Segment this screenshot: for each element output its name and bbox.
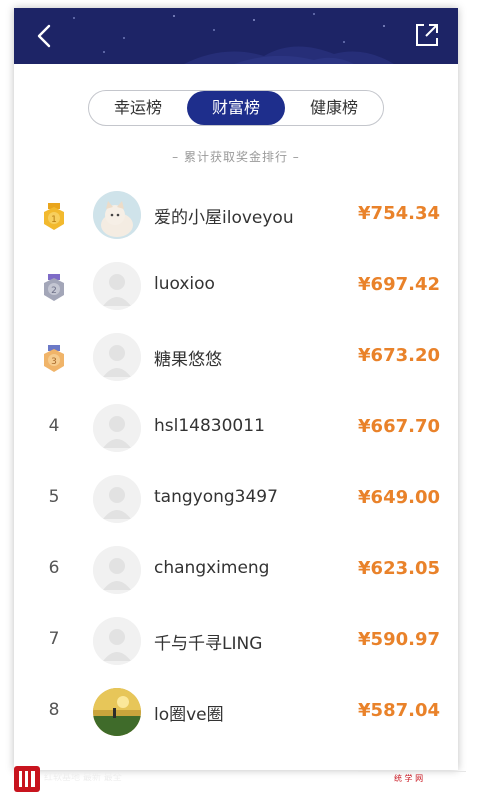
avatar[interactable] [93, 404, 141, 452]
user-name: 糖果悠悠 [154, 350, 222, 370]
rank-number: 5 [48, 487, 60, 507]
avatar[interactable] [93, 617, 141, 665]
ranking-row[interactable]: 3 糖果悠悠 ¥673.20 [14, 321, 458, 392]
svg-text:3: 3 [51, 357, 57, 367]
default-avatar-icon [93, 333, 141, 381]
landscape-avatar-icon [93, 688, 141, 736]
ranking-list: 1 爱的小屋iloveyou ¥754.34 2 luoxioo ¥697.42… [14, 179, 458, 747]
ranking-subtitle: – 累计获取奖金排行 – [172, 150, 300, 164]
top-bar [14, 8, 458, 64]
svg-text:1: 1 [51, 215, 57, 225]
svg-text:2: 2 [51, 286, 57, 296]
ranking-row[interactable]: 6 changximeng ¥623.05 [14, 534, 458, 605]
user-name: changximeng [154, 558, 270, 578]
default-avatar-icon [93, 475, 141, 523]
user-name: 爱的小屋iloveyou [154, 208, 294, 228]
rank-number: 6 [48, 558, 60, 578]
rank-number: 7 [48, 629, 60, 649]
prize-amount: ¥623.05 [358, 558, 440, 579]
watermark-caption: 红软基地 最新 最全 [44, 773, 122, 783]
user-name: lo圈ve圈 [154, 705, 224, 725]
bronze-medal-icon: 3 [44, 345, 64, 372]
default-avatar-icon [93, 262, 141, 310]
default-avatar-icon [93, 546, 141, 594]
prize-amount: ¥754.34 [358, 203, 440, 224]
rank-number: 8 [48, 700, 60, 720]
back-icon[interactable] [32, 22, 58, 50]
ranking-row[interactable]: 1 爱的小屋iloveyou ¥754.34 [14, 179, 458, 250]
leaderboard-tabs: 幸运榜 财富榜 健康榜 [88, 90, 384, 126]
gold-medal-icon: 1 [44, 203, 64, 230]
rank-number: 4 [48, 416, 60, 436]
avatar[interactable] [93, 333, 141, 381]
ranking-row[interactable]: 7 千与千寻LING ¥590.97 [14, 605, 458, 676]
prize-amount: ¥697.42 [358, 274, 440, 295]
prize-amount: ¥587.04 [358, 700, 440, 721]
prize-amount: ¥667.70 [358, 416, 440, 437]
avatar[interactable] [93, 688, 141, 736]
default-avatar-icon [93, 404, 141, 452]
ranking-row[interactable]: 5 tangyong3497 ¥649.00 [14, 463, 458, 534]
ranking-row[interactable]: 2 luoxioo ¥697.42 [14, 250, 458, 321]
ranking-row[interactable]: 8 lo圈ve圈 ¥587.04 [14, 676, 458, 747]
user-name: 千与千寻LING [154, 634, 263, 654]
user-name: hsl14830011 [154, 416, 265, 436]
ranking-row[interactable]: 4 hsl14830011 ¥667.70 [14, 392, 458, 463]
watermark-logo-icon [19, 771, 35, 787]
avatar[interactable] [93, 262, 141, 310]
cat-avatar-icon [93, 191, 141, 239]
user-name: tangyong3497 [154, 487, 278, 507]
watermark-logo [14, 766, 40, 792]
share-icon[interactable] [414, 22, 440, 48]
watermark-box: 统 学 网 [358, 771, 466, 783]
prize-amount: ¥649.00 [358, 487, 440, 508]
watermark-box-text: 统 学 网 [394, 774, 424, 783]
tab-lucky[interactable]: 幸运榜 [89, 91, 187, 125]
avatar[interactable] [93, 475, 141, 523]
starry-background [73, 13, 394, 64]
silver-medal-icon: 2 [44, 274, 64, 301]
prize-amount: ¥673.20 [358, 345, 440, 366]
avatar[interactable] [93, 546, 141, 594]
tab-wealth[interactable]: 财富榜 [187, 91, 285, 125]
default-avatar-icon [93, 617, 141, 665]
user-name: luoxioo [154, 274, 215, 294]
tab-health[interactable]: 健康榜 [285, 91, 383, 125]
avatar[interactable] [93, 191, 141, 239]
phone-screen: 幸运榜 财富榜 健康榜 – 累计获取奖金排行 – 1 爱的小屋iloveyou … [14, 8, 458, 770]
prize-amount: ¥590.97 [358, 629, 440, 650]
